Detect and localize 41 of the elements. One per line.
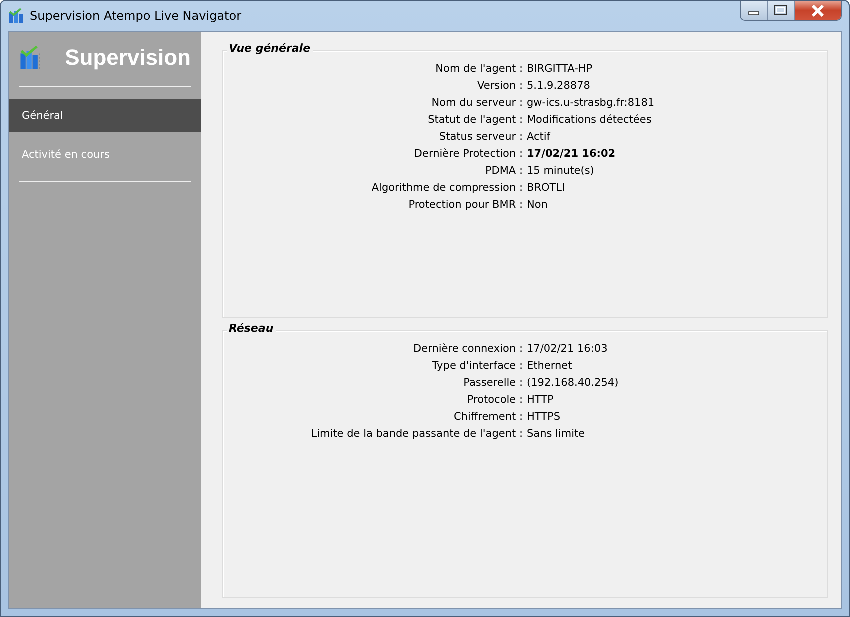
field-value: HTTP	[526, 394, 555, 406]
window-title: Supervision Atempo Live Navigator	[30, 9, 242, 23]
field-label: Dernière connexion :	[412, 343, 523, 355]
field-value: Modifications détectées	[526, 114, 653, 126]
field-label: Dernière Protection :	[413, 148, 523, 160]
maximize-button[interactable]	[768, 1, 795, 20]
close-button[interactable]	[795, 1, 841, 20]
close-icon	[811, 4, 825, 16]
sidebar-item[interactable]: Général	[9, 99, 201, 132]
field-value: Actif	[526, 131, 552, 143]
field-value: 5.1.9.28878	[526, 80, 592, 92]
section-title: Vue générale	[227, 42, 313, 55]
field-value: 17/02/21 16:02	[526, 148, 617, 160]
field-value: Ethernet	[526, 360, 574, 372]
field-value: HTTPS	[526, 411, 562, 423]
field-label: Nom du serveur :	[430, 97, 523, 109]
field-value: (192.168.40.254)	[526, 377, 619, 389]
field-value: Non	[526, 199, 549, 211]
field-value: 17/02/21 16:03	[526, 343, 609, 355]
field-label: Chiffrement :	[452, 411, 523, 423]
field-label: Version :	[476, 80, 523, 92]
field-value: BIRGITTA-HP	[526, 63, 594, 75]
sidebar-title: Supervision	[65, 45, 191, 71]
field-label: Type d'interface :	[431, 360, 523, 372]
field-label: Status serveur :	[438, 131, 523, 143]
field-label: Nom de l'agent :	[434, 63, 523, 75]
field-label: Protocole :	[466, 394, 523, 406]
field-label: Protection pour BMR :	[408, 199, 523, 211]
field-label: PDMA :	[484, 165, 523, 177]
maximize-icon	[774, 5, 788, 16]
field-label: Limite de la bande passante de l'agent :	[310, 428, 523, 440]
app-icon	[8, 8, 24, 24]
field-label: Statut de l'agent :	[427, 114, 523, 126]
field-value: gw-ics.u-strasbg.fr:8181	[526, 97, 655, 109]
field-label: Algorithme de compression :	[370, 182, 523, 194]
field-value: BROTLI	[526, 182, 566, 194]
minimize-button[interactable]	[741, 1, 768, 20]
field-label: Passerelle :	[462, 377, 523, 389]
field-value: 15 minute(s)	[526, 165, 596, 177]
section-title: Réseau	[227, 322, 276, 335]
field-value: Sans limite	[526, 428, 586, 440]
